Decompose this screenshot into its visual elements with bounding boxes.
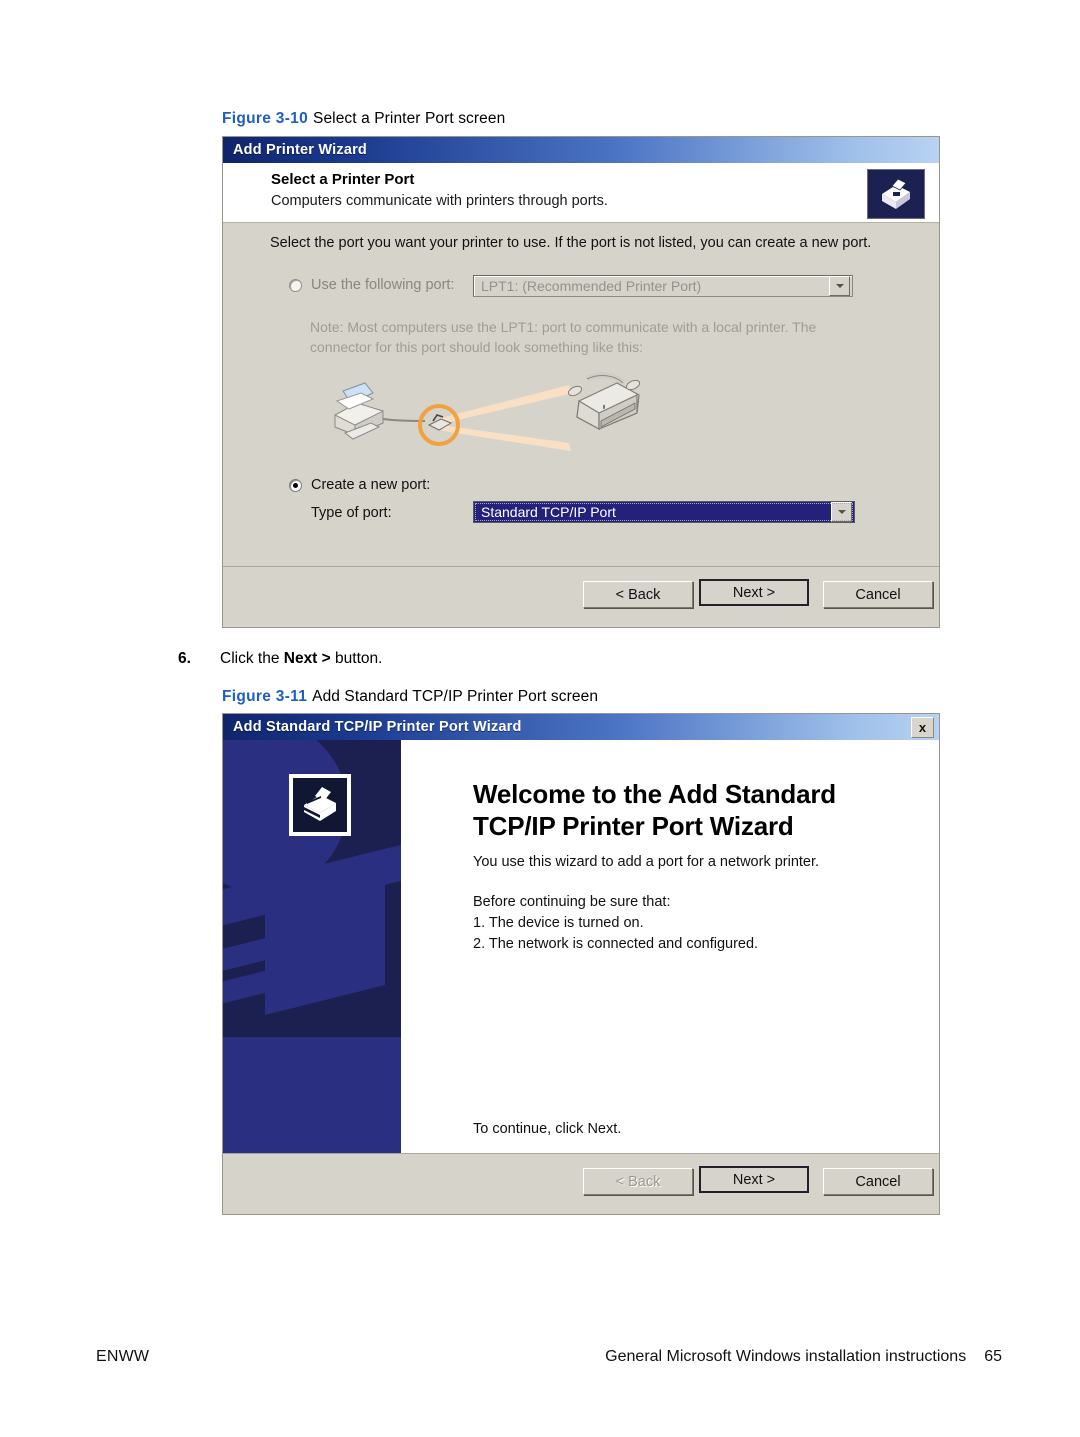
add-printer-wizard-buttonbar: < Back Next > Cancel: [223, 566, 939, 627]
decorative-bottom-band: [223, 1037, 401, 1155]
cancel-button[interactable]: Cancel: [823, 1168, 933, 1195]
port-type-value: Standard TCP/IP Port: [481, 504, 616, 520]
prerequisite-list: 1. The device is turned on. 2. The netwo…: [473, 913, 758, 955]
wizard-heading: Welcome to the Add Standard TCP/IP Print…: [473, 778, 836, 842]
tcpip-port-wizard-dialog: Add Standard TCP/IP Printer Port Wizard …: [222, 713, 940, 1215]
radio-create-new-port[interactable]: Create a new port:: [289, 477, 430, 493]
step-6-bold: Next >: [283, 650, 331, 667]
figure-3-10-caption: Figure 3-10 Select a Printer Port screen: [222, 110, 505, 128]
radio-create-new-port-indicator[interactable]: [289, 478, 302, 492]
radio-create-new-port-label: Create a new port:: [311, 477, 431, 493]
wizard-heading-line2: TCP/IP Printer Port Wizard: [473, 811, 794, 841]
tcpip-wizard-body: Welcome to the Add Standard TCP/IP Print…: [223, 740, 939, 1155]
list-item: 2. The network is connected and configur…: [473, 936, 759, 952]
back-button[interactable]: < Back: [583, 581, 693, 608]
footer-section-title: General Microsoft Windows installation i…: [605, 1348, 967, 1365]
figure-3-10-title: Select a Printer Port screen: [313, 110, 506, 127]
radio-use-following-port-indicator[interactable]: [289, 278, 302, 292]
close-icon[interactable]: x: [911, 717, 934, 738]
cancel-button[interactable]: Cancel: [823, 581, 933, 608]
printer-icon: [867, 169, 925, 219]
step-6: 6. Click the Next > button.: [178, 650, 382, 668]
chevron-down-icon[interactable]: [831, 502, 852, 522]
step-6-text-before: Click the: [220, 650, 284, 667]
next-button[interactable]: Next >: [699, 1166, 809, 1193]
before-continuing-label: Before continuing be sure that:: [473, 894, 671, 910]
type-of-port-label: Type of port:: [311, 505, 392, 521]
tcpip-wizard-title: Add Standard TCP/IP Printer Port Wizard: [233, 719, 522, 735]
tcpip-wizard-titlebar: Add Standard TCP/IP Printer Port Wizard …: [223, 714, 939, 740]
page-number: 65: [984, 1348, 1002, 1365]
chevron-down-icon[interactable]: [829, 276, 850, 296]
add-printer-wizard-header: Select a Printer Port Computers communic…: [223, 163, 939, 223]
radio-use-following-port[interactable]: Use the following port:: [289, 277, 454, 293]
lpt-note: Note: Most computers use the LPT1: port …: [310, 317, 816, 357]
tcpip-wizard-buttonbar: < Back Next > Cancel: [223, 1153, 939, 1214]
figure-3-11-title: Add Standard TCP/IP Printer Port screen: [312, 688, 599, 705]
printer-icon: [289, 774, 351, 836]
wizard-paragraph: You use this wizard to add a port for a …: [473, 854, 820, 870]
next-button[interactable]: Next >: [699, 579, 809, 606]
port-type-combo[interactable]: Standard TCP/IP Port: [473, 501, 855, 523]
tcpip-wizard-main: Welcome to the Add Standard TCP/IP Print…: [401, 740, 939, 1155]
add-printer-wizard-body: Select the port you want your printer to…: [223, 223, 939, 567]
add-printer-wizard-dialog: Add Printer Wizard Select a Printer Port…: [222, 136, 940, 628]
footer-right: General Microsoft Windows installation i…: [605, 1348, 1002, 1366]
footer-left-text: ENWW: [96, 1348, 150, 1365]
port-select-combo[interactable]: LPT1: (Recommended Printer Port): [473, 275, 853, 297]
step-6-number: 6.: [178, 650, 191, 667]
wizard-side-panel: [223, 740, 401, 1155]
document-page: Figure 3-10 Select a Printer Port screen …: [0, 0, 1080, 1437]
header-subtitle: Computers communicate with printers thro…: [271, 193, 608, 209]
wizard-heading-line1: Welcome to the Add Standard: [473, 779, 836, 809]
header-title: Select a Printer Port: [271, 171, 415, 188]
intro-instruction: Select the port you want your printer to…: [270, 235, 872, 251]
printer-parallel-connector-illustration: [321, 363, 701, 458]
back-button[interactable]: < Back: [583, 1168, 693, 1195]
add-printer-wizard-title: Add Printer Wizard: [233, 142, 367, 158]
figure-3-10-label: Figure 3-10: [222, 110, 308, 127]
lpt-note-line2: connector for this port should look some…: [310, 339, 644, 355]
figure-3-11-label: Figure 3-11: [222, 688, 308, 705]
step-6-text-after: button.: [330, 650, 383, 667]
list-item: 1. The device is turned on.: [473, 915, 644, 931]
figure-3-11-caption: Figure 3-11 Add Standard TCP/IP Printer P…: [222, 688, 598, 706]
lpt-note-line1: Note: Most computers use the LPT1: port …: [310, 319, 817, 335]
port-select-value: LPT1: (Recommended Printer Port): [481, 278, 702, 294]
radio-use-following-port-label: Use the following port:: [311, 277, 455, 293]
add-printer-wizard-titlebar: Add Printer Wizard: [223, 137, 939, 163]
continue-hint: To continue, click Next.: [473, 1121, 622, 1137]
